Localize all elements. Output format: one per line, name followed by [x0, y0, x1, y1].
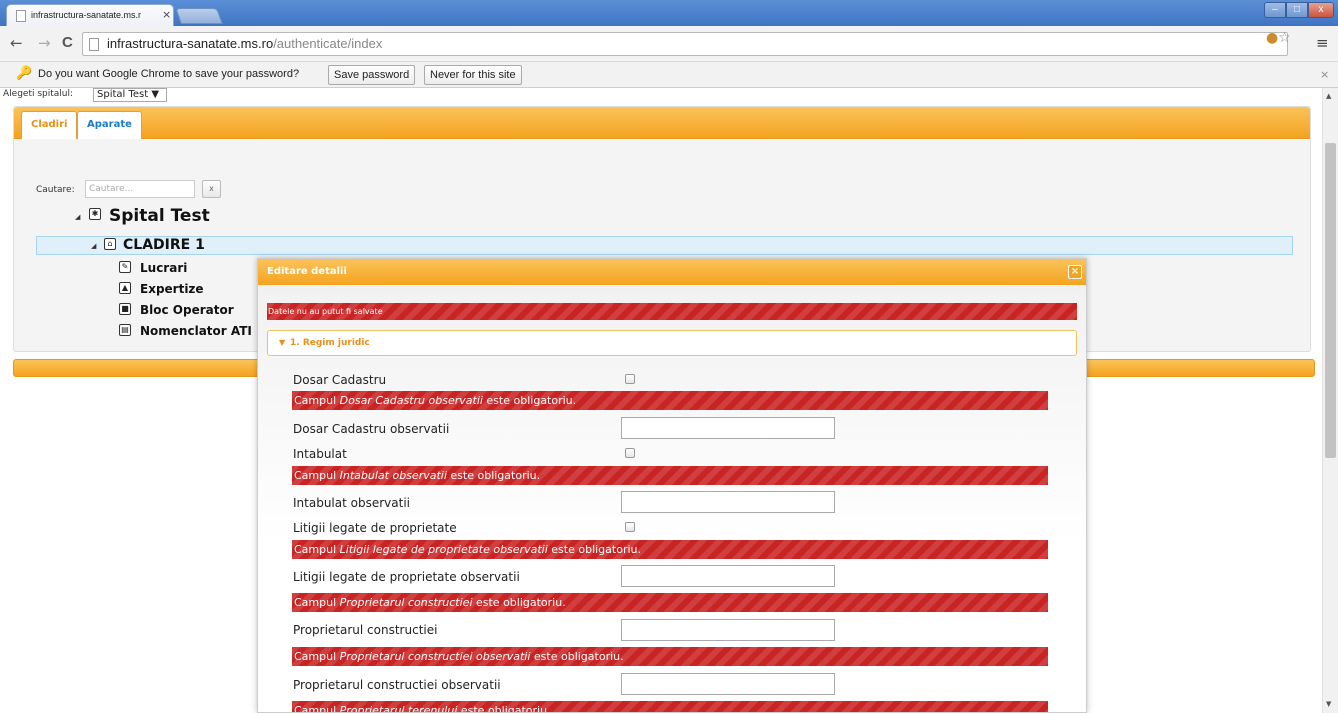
field-error: Campul Intabulat observatii este obligat… [292, 466, 1048, 485]
back-arrow-icon[interactable]: ← [10, 34, 23, 52]
tree-row-selected[interactable] [36, 236, 1293, 255]
dialog-close-icon[interactable]: × [1068, 265, 1082, 279]
field-label: Proprietarul constructiei observatii [293, 678, 501, 692]
litigii-observatii-input[interactable] [621, 565, 835, 587]
tree-item-label[interactable]: Lucrari [140, 261, 187, 275]
field-label: Intabulat observatii [293, 496, 410, 510]
scroll-down-icon[interactable]: ▼ [1326, 700, 1331, 708]
field-label: Intabulat [293, 447, 347, 461]
tab-strip: Cladiri Aparate [14, 107, 1310, 139]
tab-aparate[interactable]: Aparate [77, 111, 142, 139]
field-label: Litigii legate de proprietate observatii [293, 570, 520, 584]
dosar-cadastru-observatii-input[interactable] [621, 417, 835, 439]
dialog-title: Editare detalii [267, 266, 347, 277]
field-label: Dosar Cadastru [293, 373, 387, 387]
tree-building-label[interactable]: CLADIRE 1 [123, 237, 205, 253]
litigii-checkbox[interactable] [625, 522, 635, 532]
building-icon: ⌂ [104, 238, 116, 250]
password-infobar: 🔑 Do you want Google Chrome to save your… [0, 62, 1338, 88]
field-error: Campul Proprietarul constructiei este ob… [292, 593, 1048, 612]
save-password-button[interactable]: Save password [328, 65, 416, 85]
cookie-blocked-icon[interactable]: ● [1266, 30, 1278, 46]
address-bar[interactable]: infrastructura-sanatate.ms.ro/authentica… [82, 32, 1288, 56]
window-close-button[interactable]: x [1308, 2, 1334, 18]
tab-close-icon[interactable]: × [162, 8, 171, 21]
chevron-down-icon: ▼ [279, 338, 286, 347]
section-title: 1. Regim juridic [290, 338, 370, 348]
list-icon: ▤ [119, 324, 131, 336]
infobar-close-icon[interactable]: × [1320, 68, 1329, 81]
dosar-cadastru-checkbox[interactable] [625, 374, 635, 384]
tree-expand-icon[interactable]: ◢ [75, 213, 80, 221]
browser-tab[interactable]: infrastructura-sanatate.ms.r × [6, 4, 174, 26]
forward-arrow-icon[interactable]: → [38, 34, 51, 52]
intabulat-observatii-input[interactable] [621, 491, 835, 513]
tree-item-label[interactable]: Bloc Operator [140, 303, 234, 317]
search-label: Cautare: [36, 185, 75, 195]
never-for-this-site-button[interactable]: Never for this site [424, 65, 522, 85]
field-error: Campul Proprietarul terenului este oblig… [292, 701, 1048, 712]
tab-cladiri[interactable]: Cladiri [21, 111, 78, 139]
page-icon [16, 10, 26, 22]
minimize-button[interactable]: – [1264, 2, 1286, 18]
field-label: Proprietarul constructiei [293, 623, 438, 637]
infobar-message: Do you want Google Chrome to save your p… [38, 68, 300, 80]
maximize-button[interactable]: □ [1286, 2, 1308, 18]
proprietarul-constructiei-input[interactable] [621, 619, 835, 641]
field-label: Dosar Cadastru observatii [293, 422, 450, 436]
tree-item-label[interactable]: Nomenclator ATI [140, 324, 252, 338]
url-text: infrastructura-sanatate.ms.ro/authentica… [107, 36, 383, 51]
section-header[interactable]: ▼ 1. Regim juridic [267, 330, 1077, 356]
field-error: Campul Litigii legate de proprietate obs… [292, 540, 1048, 559]
page-icon [89, 38, 99, 51]
tree-item-label[interactable]: Expertize [140, 282, 204, 296]
hospital-label: Alegeti spitalul: [3, 89, 74, 99]
tab-title: infrastructura-sanatate.ms.r [31, 10, 142, 20]
search-clear-button[interactable]: x [202, 180, 221, 198]
hospital-select[interactable]: Spital Test ▼ [93, 88, 167, 102]
document-icon: ■ [119, 303, 131, 315]
tree-root-label[interactable]: Spital Test [109, 206, 210, 226]
dialog-body: Datele nu au putut fi salvate ▼ 1. Regim… [258, 285, 1086, 712]
new-tab-button[interactable] [175, 8, 223, 24]
chrome-menu-icon[interactable]: ≡ [1316, 34, 1329, 52]
key-icon: 🔑 [16, 66, 33, 81]
hospital-icon: ✱ [89, 208, 101, 220]
field-label: Litigii legate de proprietate [293, 521, 457, 535]
scroll-thumb[interactable] [1325, 143, 1336, 458]
dialog-header[interactable]: Editare detalii × [258, 259, 1086, 285]
edit-details-dialog: Editare detalii × Datele nu au putut fi … [257, 258, 1087, 713]
search-input[interactable]: Cautare... [85, 180, 195, 198]
tree-expand-icon[interactable]: ◢ [91, 242, 96, 250]
intabulat-checkbox[interactable] [625, 448, 635, 458]
proprietarul-constructiei-observatii-input[interactable] [621, 673, 835, 695]
extension-icons: ●☆ [1266, 30, 1291, 46]
reload-icon[interactable]: C [62, 34, 73, 51]
wrench-icon: ✎ [119, 261, 131, 273]
save-error-message: Datele nu au putut fi salvate [267, 303, 1077, 320]
bookmark-star-icon[interactable]: ☆ [1278, 30, 1291, 46]
warning-icon: ▲ [119, 282, 131, 294]
field-error: Campul Proprietarul constructiei observa… [292, 647, 1048, 666]
browser-toolbar: ← → C infrastructura-sanatate.ms.ro/auth… [0, 26, 1338, 62]
scroll-up-icon[interactable]: ▲ [1326, 92, 1331, 100]
page-scrollbar[interactable]: ▲ ▼ [1322, 88, 1338, 713]
field-error: Campul Dosar Cadastru observatii este ob… [292, 391, 1048, 410]
window-titlebar: infrastructura-sanatate.ms.r × – □ x [0, 0, 1338, 26]
